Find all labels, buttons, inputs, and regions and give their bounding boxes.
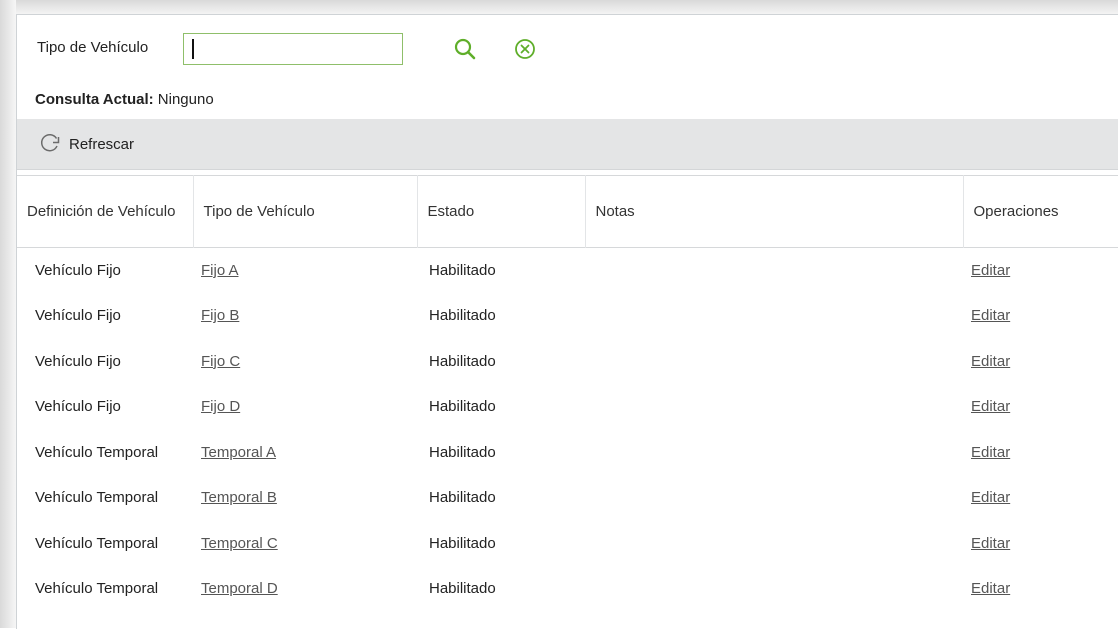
cell-state: Habilitado xyxy=(429,534,496,552)
column-header-notes[interactable]: Notas xyxy=(585,175,964,248)
table-header-row: Definición de Vehículo Tipo de Vehículo … xyxy=(17,175,1118,248)
column-header-state[interactable]: Estado xyxy=(417,175,586,248)
edit-link[interactable]: Editar xyxy=(971,307,1010,324)
edit-link[interactable]: Editar xyxy=(971,489,1010,506)
table-row: Vehículo Fijo Fijo D Habilitado Editar xyxy=(17,384,1118,430)
current-query-value: Ninguno xyxy=(157,91,214,108)
edit-link[interactable]: Editar xyxy=(971,398,1010,415)
search-bar: Tipo de Vehículo Consulta Actual: Ningun… xyxy=(17,15,1118,131)
vehicle-type-link[interactable]: Temporal A xyxy=(201,444,276,461)
cell-definition: Vehículo Fijo xyxy=(35,398,121,416)
cell-definition: Vehículo Fijo xyxy=(35,262,121,279)
edit-link[interactable]: Editar xyxy=(971,580,1010,597)
clear-icon[interactable] xyxy=(513,37,537,61)
vehicle-type-panel: Tipo de Vehículo Consulta Actual: Ningun… xyxy=(16,14,1118,629)
vehicle-type-link[interactable]: Fijo B xyxy=(201,307,239,324)
window-shadow-left xyxy=(0,0,16,628)
edit-link[interactable]: Editar xyxy=(971,444,1010,461)
refresh-icon xyxy=(39,131,61,158)
column-header-operations: Operaciones xyxy=(973,202,1059,220)
cell-state: Habilitado xyxy=(429,307,496,325)
cell-definition: Vehículo Fijo xyxy=(35,307,121,325)
cell-state: Habilitado xyxy=(429,443,496,461)
current-query-label: Consulta Actual: xyxy=(35,91,154,108)
cell-definition: Vehículo Temporal xyxy=(35,534,159,552)
cell-state: Habilitado xyxy=(429,262,496,279)
vehicle-type-link[interactable]: Fijo C xyxy=(201,353,240,370)
search-label: Tipo de Vehículo xyxy=(37,39,149,56)
table-row: Vehículo Fijo Fijo C Habilitado Editar xyxy=(17,339,1118,385)
vehicle-type-table: Definición de Vehículo Tipo de Vehículo … xyxy=(17,175,1118,612)
cell-state: Habilitado xyxy=(429,489,496,507)
window-shadow-top xyxy=(0,0,1118,14)
edit-link[interactable]: Editar xyxy=(971,262,1010,279)
refresh-label: Refrescar xyxy=(69,135,135,153)
table-row: Vehículo Temporal Temporal B Habilitado … xyxy=(17,475,1118,521)
refresh-button[interactable]: Refrescar xyxy=(39,132,134,156)
cell-definition: Vehículo Temporal xyxy=(35,443,159,461)
column-header-definition[interactable]: Definición de Vehículo xyxy=(17,175,194,248)
cell-state: Habilitado xyxy=(429,352,496,370)
search-icon[interactable] xyxy=(453,37,477,61)
edit-link[interactable]: Editar xyxy=(971,535,1010,552)
cell-state: Habilitado xyxy=(429,580,496,598)
text-caret xyxy=(192,39,194,59)
current-query: Consulta Actual: Ninguno xyxy=(35,91,214,108)
table-row: Vehículo Temporal Temporal D Habilitado … xyxy=(17,566,1118,612)
cell-definition: Vehículo Temporal xyxy=(35,489,159,507)
app-frame: Tipo de Vehículo Consulta Actual: Ningun… xyxy=(0,0,1118,629)
table-row: Vehículo Temporal Temporal C Habilitado … xyxy=(17,521,1118,567)
edit-link[interactable]: Editar xyxy=(971,353,1010,370)
cell-definition: Vehículo Temporal xyxy=(35,580,159,598)
vehicle-type-search-input[interactable] xyxy=(183,33,403,65)
table-row: Vehículo Temporal Temporal A Habilitado … xyxy=(17,430,1118,476)
vehicle-type-link[interactable]: Temporal D xyxy=(201,580,278,597)
toolbar: Refrescar xyxy=(17,119,1118,170)
vehicle-type-link[interactable]: Temporal C xyxy=(201,535,278,552)
vehicle-type-link[interactable]: Temporal B xyxy=(201,489,277,506)
cell-state: Habilitado xyxy=(429,398,496,416)
cell-definition: Vehículo Fijo xyxy=(35,352,121,370)
vehicle-type-link[interactable]: Fijo D xyxy=(201,398,240,415)
column-header-type[interactable]: Tipo de Vehículo xyxy=(193,175,418,248)
vehicle-type-link[interactable]: Fijo A xyxy=(201,262,239,279)
table-row: Vehículo Fijo Fijo A Habilitado Editar xyxy=(17,248,1118,294)
table-row: Vehículo Fijo Fijo B Habilitado Editar xyxy=(17,293,1118,339)
